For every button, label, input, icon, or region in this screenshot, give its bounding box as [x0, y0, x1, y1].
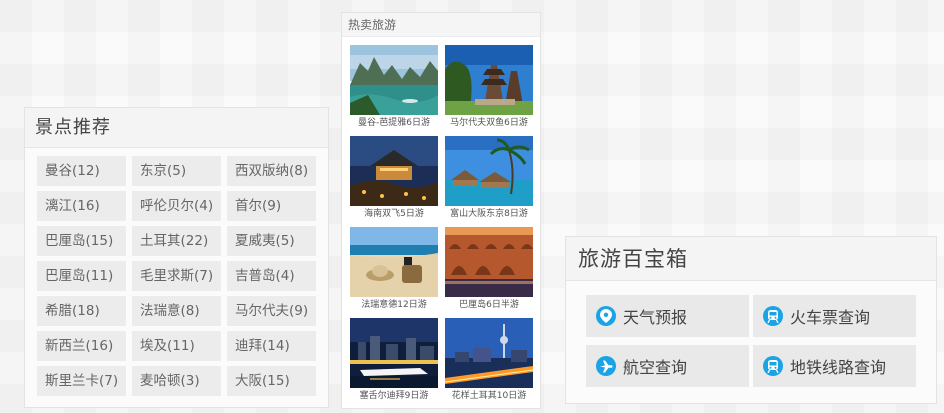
location-pin-icon [596, 306, 616, 326]
attraction-item[interactable]: 东京(5) [132, 156, 221, 186]
attraction-item[interactable]: 法瑞意(8) [132, 296, 221, 326]
attraction-item[interactable]: 新西兰(16) [37, 331, 126, 361]
attractions-panel: 景点推荐 曼谷(12) 东京(5) 西双版纳(8) 漓江(16) 呼伦贝尔(4)… [24, 107, 329, 408]
train-icon [763, 306, 783, 326]
tour-card[interactable]: 富山大阪东京8日游 [445, 136, 533, 224]
tour-photo-aqueduct[interactable] [445, 227, 533, 297]
flight-query-button[interactable]: 航空查询 [586, 345, 749, 387]
hot-tours-title: 热卖旅游 [342, 13, 540, 37]
attraction-item[interactable]: 毛里求斯(7) [132, 261, 221, 291]
tour-photo-bay-islands[interactable] [350, 45, 438, 115]
attraction-item[interactable]: 斯里兰卡(7) [37, 366, 126, 396]
attraction-item[interactable]: 迪拜(14) [227, 331, 316, 361]
subway-route-button[interactable]: 地铁线路查询 [753, 345, 916, 387]
train-ticket-label: 火车票查询 [790, 308, 871, 327]
attraction-item[interactable]: 曼谷(12) [37, 156, 126, 186]
attraction-item[interactable]: 首尔(9) [227, 191, 316, 221]
weather-forecast-label: 天气预报 [623, 308, 688, 327]
tour-caption[interactable]: 马尔代夫双鱼6日游 [445, 115, 533, 131]
train-ticket-button[interactable]: 火车票查询 [753, 295, 916, 337]
tour-photo-overwater-bungalow[interactable] [445, 136, 533, 206]
travel-toolbox-panel: 旅游百宝箱 天气预报 火车票查询 航空查询 地铁线路查询 [565, 236, 937, 404]
attraction-item[interactable]: 马尔代夫(9) [227, 296, 316, 326]
attraction-item[interactable]: 巴厘岛(11) [37, 261, 126, 291]
tour-caption[interactable]: 花样土耳其10日游 [445, 388, 533, 404]
subway-icon [763, 356, 783, 376]
tour-photo-night-harbor[interactable] [350, 318, 438, 388]
tour-photo-beach-hat[interactable] [350, 227, 438, 297]
travel-toolbox-title: 旅游百宝箱 [566, 237, 936, 281]
attraction-item[interactable]: 巴厘岛(15) [37, 226, 126, 256]
attraction-item[interactable]: 呼伦贝尔(4) [132, 191, 221, 221]
tour-card[interactable]: 马尔代夫双鱼6日游 [445, 45, 533, 133]
attraction-item[interactable]: 大阪(15) [227, 366, 316, 396]
tour-caption[interactable]: 富山大阪东京8日游 [445, 206, 533, 222]
tour-card[interactable]: 塞舌尔迪拜9日游 [350, 318, 438, 406]
tour-caption[interactable]: 巴厘岛6日半游 [445, 297, 533, 313]
attraction-item[interactable]: 土耳其(22) [132, 226, 221, 256]
tour-photo-temple[interactable] [445, 45, 533, 115]
attraction-item[interactable]: 吉普岛(4) [227, 261, 316, 291]
attraction-item[interactable]: 麦哈顿(3) [132, 366, 221, 396]
travel-toolbox-grid: 天气预报 火车票查询 航空查询 地铁线路查询 [586, 295, 916, 387]
tour-caption[interactable]: 法瑞意德12日游 [350, 297, 438, 313]
attractions-grid: 曼谷(12) 东京(5) 西双版纳(8) 漓江(16) 呼伦贝尔(4) 首尔(9… [37, 156, 316, 396]
hot-tours-panel: 热卖旅游 曼谷-芭提雅6日游 马尔代夫双鱼6日游 海南双飞5日游 富山大阪东京8… [341, 12, 541, 409]
weather-forecast-button[interactable]: 天气预报 [586, 295, 749, 337]
attraction-item[interactable]: 埃及(11) [132, 331, 221, 361]
tour-caption[interactable]: 塞舌尔迪拜9日游 [350, 388, 438, 404]
airplane-icon [596, 356, 616, 376]
attraction-item[interactable]: 希腊(18) [37, 296, 126, 326]
attraction-item[interactable]: 西双版纳(8) [227, 156, 316, 186]
tour-card[interactable]: 法瑞意德12日游 [350, 227, 438, 315]
tour-caption[interactable]: 海南双飞5日游 [350, 206, 438, 222]
attractions-title: 景点推荐 [25, 108, 328, 148]
tour-photo-night-temple[interactable] [350, 136, 438, 206]
tour-card[interactable]: 海南双飞5日游 [350, 136, 438, 224]
tour-card[interactable]: 巴厘岛6日半游 [445, 227, 533, 315]
tour-card[interactable]: 曼谷-芭提雅6日游 [350, 45, 438, 133]
tour-caption[interactable]: 曼谷-芭提雅6日游 [350, 115, 438, 131]
attraction-item[interactable]: 漓江(16) [37, 191, 126, 221]
attraction-item[interactable]: 夏威夷(5) [227, 226, 316, 256]
hot-tours-grid: 曼谷-芭提雅6日游 马尔代夫双鱼6日游 海南双飞5日游 富山大阪东京8日游 法瑞… [350, 45, 533, 406]
tour-photo-city-skyline[interactable] [445, 318, 533, 388]
tour-card[interactable]: 花样土耳其10日游 [445, 318, 533, 406]
flight-query-label: 航空查询 [623, 358, 688, 377]
subway-route-label: 地铁线路查询 [790, 358, 887, 377]
